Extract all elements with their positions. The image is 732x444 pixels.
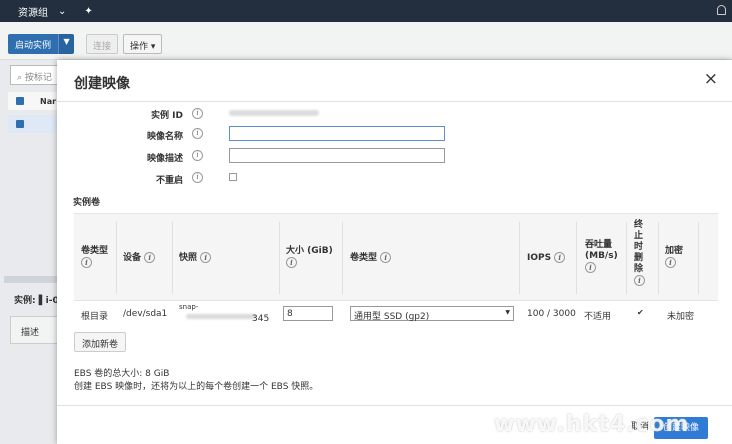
volumes-table: 卷类型 i 设备 i 快照 i 大小 (GiB) i 卷类型 i IOPS i 吞… [74, 213, 718, 326]
info-icon[interactable]: i [200, 252, 212, 263]
info-icon[interactable]: i [665, 257, 676, 268]
bell-icon[interactable] [717, 5, 726, 15]
total-size-note: EBS 卷的总大小: 8 GiB [74, 369, 170, 379]
close-icon[interactable]: × [704, 71, 718, 88]
info-icon[interactable]: i [81, 257, 92, 268]
top-nav: 资源组 ⌄ ✦ [0, 0, 732, 22]
info-icon[interactable]: i [144, 252, 156, 263]
connect-button[interactable]: 连接 [86, 34, 119, 54]
volume-type-select[interactable]: 通用型 SSD (gp2) ▼ [350, 306, 514, 322]
dialog-header: 创建映像 × [57, 60, 732, 102]
cell-volume-type: 根目录 [81, 312, 109, 322]
tab-description[interactable]: 描述 [21, 325, 39, 338]
col-iops: IOPS i [527, 252, 566, 264]
info-icon[interactable]: i [192, 108, 203, 119]
details-tabs: 描述 [10, 316, 60, 344]
info-icon[interactable]: i [634, 275, 645, 286]
info-icon[interactable]: i [286, 257, 297, 268]
cell-iops: 100 / 3000 [527, 309, 576, 319]
resource-group-menu[interactable]: 资源组 ⌄ [18, 4, 66, 19]
col-size: 大小 (GiB) i [286, 246, 333, 268]
info-icon[interactable]: i [192, 150, 203, 161]
dialog-title: 创建映像 [74, 76, 130, 92]
instance-id-label: 实例 ID [151, 111, 183, 121]
cell-snapshot-suffix: 345 [252, 314, 270, 324]
snapshot-note: 创建 EBS 映像时，还将为以上的每个卷创建一个 EBS 快照。 [74, 382, 319, 392]
col-throughput: 吞吐量 (MB/s) i [585, 240, 618, 273]
instance-volumes-title: 实例卷 [73, 198, 101, 208]
launch-instance-button[interactable]: 启动实例 ▼ [8, 34, 75, 54]
instance-id-value [229, 110, 319, 116]
pin-icon[interactable]: ✦ [84, 6, 92, 17]
volume-type-value: 通用型 SSD (gp2) [354, 312, 430, 322]
no-reboot-label: 不重启 [155, 176, 183, 186]
cell-encrypted: 未加密 [667, 312, 695, 322]
col-snapshot: 快照 i [179, 252, 212, 264]
search-placeholder: 按标记 [24, 73, 52, 83]
col-delete-on-termination: 终止时删除 i [634, 220, 645, 286]
caret-down-icon[interactable]: ▼ [58, 34, 75, 54]
info-icon[interactable]: i [380, 252, 392, 263]
image-name-input[interactable] [229, 126, 445, 141]
col-volume-type: 卷类型 i [81, 246, 109, 268]
volumes-table-header: 卷类型 i 设备 i 快照 i 大小 (GiB) i 卷类型 i IOPS i 吞… [74, 213, 718, 301]
instance-label: 实例: ▌i-0 [14, 296, 59, 306]
search-icon: ⌕ [17, 73, 25, 83]
col-device: 设备 i [123, 252, 156, 264]
chevron-down-icon: ⌄ [58, 5, 67, 17]
info-icon[interactable]: i [192, 128, 203, 139]
image-description-label: 映像描述 [146, 154, 183, 164]
add-volume-button[interactable]: 添加新卷 [74, 332, 127, 352]
info-icon[interactable]: i [585, 262, 596, 273]
watermark: www.hkt4.com [494, 412, 690, 437]
col-encrypted: 加密 i [665, 246, 684, 268]
delete-on-termination-checkbox[interactable]: ✔ [637, 309, 645, 317]
chevron-down-icon: ▼ [505, 309, 510, 316]
name-column-header: Nar [40, 97, 57, 106]
cell-throughput: 不适用 [584, 312, 612, 322]
col-volume-kind: 卷类型 i [350, 252, 392, 264]
no-reboot-checkbox[interactable] [229, 173, 237, 181]
info-icon[interactable]: i [192, 172, 203, 183]
row-checkbox[interactable] [16, 120, 24, 128]
create-image-dialog: 创建映像 × 实例 ID i 映像名称 i 映像描述 i 不重启 i 实例卷 卷… [57, 60, 732, 444]
info-icon[interactable]: i [554, 252, 566, 263]
size-input[interactable]: 8 [283, 306, 333, 321]
console-toolbar: 启动实例 ▼ 连接 操作 ▾ [0, 22, 732, 60]
resource-group-label: 资源组 [18, 7, 48, 19]
cell-snapshot-id [186, 314, 256, 319]
actions-button[interactable]: 操作 ▾ [123, 34, 163, 54]
image-description-input[interactable] [229, 148, 445, 163]
cell-snapshot-prefix: snap- [179, 303, 199, 311]
image-name-label: 映像名称 [146, 132, 183, 142]
select-all-checkbox[interactable] [16, 97, 24, 105]
launch-instance-label: 启动实例 [8, 34, 59, 54]
cell-device: /dev/sda1 [123, 309, 168, 319]
horizontal-scrollbar[interactable] [4, 276, 60, 283]
